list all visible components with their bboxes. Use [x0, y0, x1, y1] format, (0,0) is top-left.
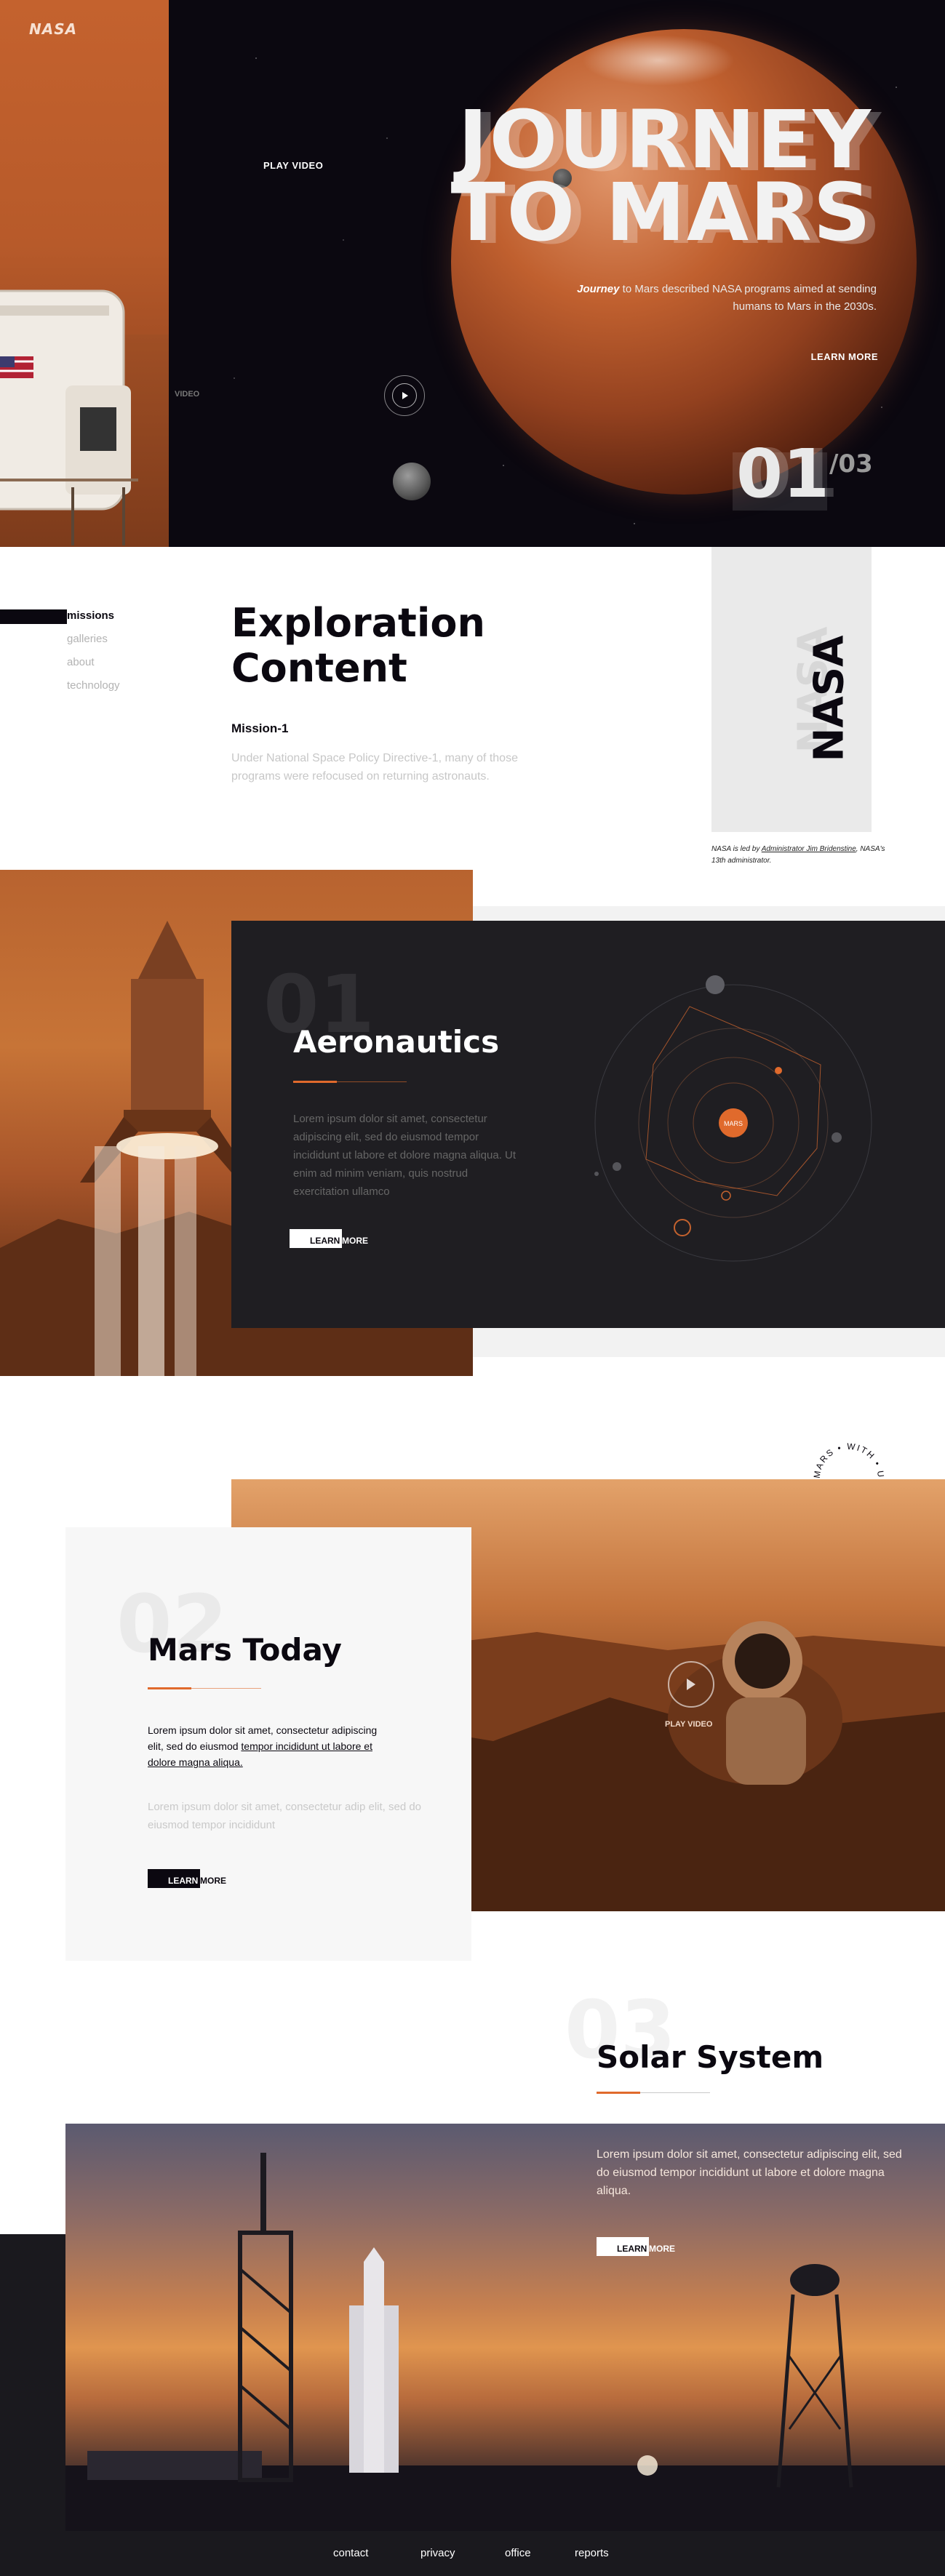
nasa-vertical-text: NASA	[805, 635, 853, 761]
slide-current-number: 01	[736, 435, 830, 513]
administrator-link[interactable]: Administrator Jim Bridenstine	[762, 845, 856, 853]
solar-system-learn-more-button[interactable]: LEARN MORE	[597, 2237, 675, 2256]
aeronautics-learn-more-button[interactable]: LEARN MORE	[290, 1229, 368, 1248]
side-nav-item-about[interactable]: about	[67, 656, 95, 668]
mars-habitat-photo	[0, 0, 169, 547]
footer-link-office[interactable]: office	[505, 2547, 531, 2559]
moon-deimos-image	[393, 463, 431, 500]
hero-description: Journey to Mars described NASA programs …	[577, 283, 877, 313]
svg-text:MARS: MARS	[724, 1120, 743, 1127]
aeronautics-accent-line	[293, 1081, 407, 1083]
solar-system-accent-line	[597, 2092, 710, 2094]
hero-learn-more-link[interactable]: LEARN MORE	[811, 351, 878, 362]
mission-label: Mission-1	[231, 721, 289, 735]
habitat-module-image	[0, 289, 138, 545]
orbit-diagram: MARS	[594, 975, 872, 1262]
mars-today-learn-more-button[interactable]: LEARN MORE	[148, 1869, 226, 1888]
slide-total-number: /03	[829, 449, 873, 479]
play-video-link[interactable]: PLAY VIDEO	[263, 160, 323, 171]
exploration-title: Exploration Content	[231, 600, 485, 691]
mars-play-video-button[interactable]	[668, 1661, 714, 1708]
play-icon	[687, 1679, 695, 1690]
mars-today-accent-line	[148, 1687, 261, 1689]
aeronautics-title: Aeronautics	[293, 1024, 500, 1060]
play-video-button[interactable]	[384, 375, 425, 416]
nasa-caption: NASA is led by Administrator Jim Bridens…	[711, 845, 885, 865]
solar-system-title: Solar System	[597, 2039, 824, 2075]
nasa-logo[interactable]: NASA	[29, 20, 77, 38]
active-nav-indicator	[0, 609, 67, 624]
mars-today-title: Mars Today	[148, 1632, 342, 1668]
footer-link-privacy[interactable]: privacy	[420, 2547, 455, 2559]
side-nav-item-technology[interactable]: technology	[67, 679, 120, 692]
footer-link-reports[interactable]: reports	[575, 2547, 609, 2559]
video-side-label: VIDEO	[175, 390, 200, 399]
mars-today-text: Lorem ipsum dolor sit amet, consectetur …	[148, 1724, 378, 1768]
hero-title: JOURNEY TO MARS	[450, 93, 872, 259]
solar-system-text: Lorem ipsum dolor sit amet, consectetur …	[597, 2148, 902, 2197]
mission-text: Under National Space Policy Directive-1,…	[231, 752, 518, 783]
footer-link-contact[interactable]: contact	[333, 2547, 368, 2559]
side-nav-item-galleries[interactable]: galleries	[67, 633, 108, 645]
side-nav-item-missions[interactable]: missions	[67, 609, 114, 622]
mars-today-secondary-text: Lorem ipsum dolor sit amet, consectetur …	[148, 1801, 422, 1831]
play-icon	[402, 392, 408, 399]
aeronautics-text: Lorem ipsum dolor sit amet, consectetur …	[293, 1113, 517, 1198]
page: NASA PLAY VIDEO VIDEO JOURNEY TO MARS Jo…	[0, 0, 945, 2576]
mars-play-video-label[interactable]: PLAY VIDEO	[665, 1720, 712, 1729]
hero-section: NASA PLAY VIDEO VIDEO JOURNEY TO MARS Jo…	[0, 0, 945, 547]
